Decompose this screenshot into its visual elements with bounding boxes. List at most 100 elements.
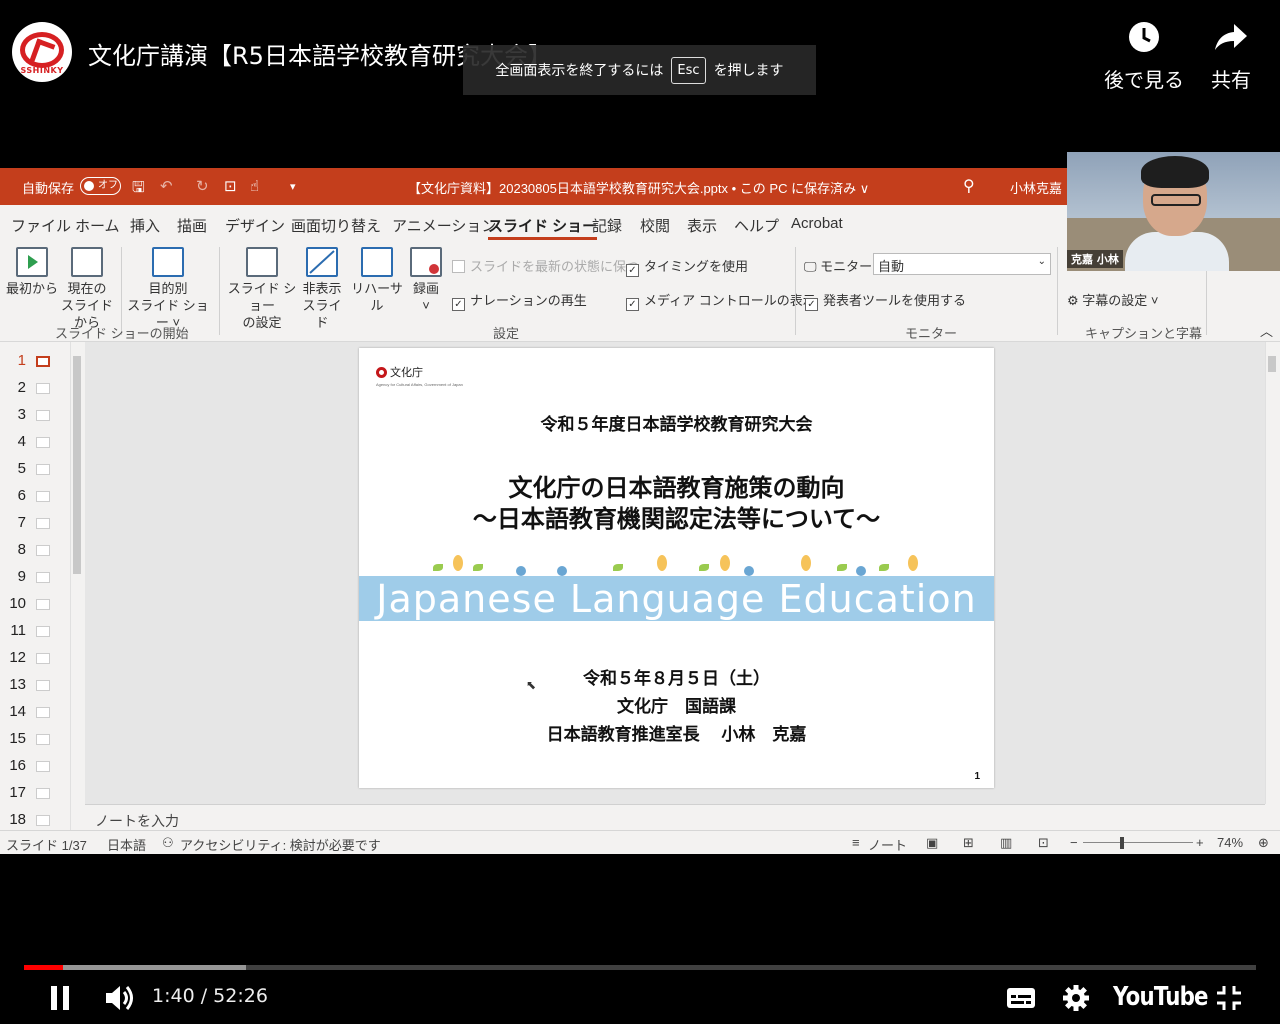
subtitles-button[interactable]: [1001, 976, 1041, 1020]
slide-sorter-icon[interactable]: ⊞: [963, 835, 974, 851]
tab-file[interactable]: ファイル: [11, 215, 71, 236]
fit-to-window-icon[interactable]: ⊕: [1258, 835, 1269, 851]
zoom-in-icon[interactable]: +: [1196, 835, 1204, 850]
search-icon[interactable]: ⚲: [963, 176, 975, 196]
slide-editor[interactable]: 文化庁 Agency for Cultural Affairs, Governm…: [85, 342, 1265, 804]
fullscreen-video-player[interactable]: SSHINKY 文化庁講演【R5日本語学校教育研究大会】 後で見る 共有 全画面…: [0, 0, 1280, 1024]
account-name[interactable]: 小林克嘉: [1010, 178, 1062, 197]
slide-thumbnail[interactable]: 10: [0, 591, 70, 618]
pause-button[interactable]: [40, 976, 80, 1020]
setup-label-1: スライド ショー: [227, 281, 297, 313]
keep-updated-checkbox[interactable]: スライドを最新の状態に保つ: [452, 256, 639, 275]
redo-icon[interactable]: ↻: [196, 177, 209, 195]
slide-thumbnail[interactable]: 9: [0, 564, 70, 591]
tab-design[interactable]: デザイン: [225, 215, 285, 236]
watch-later-button[interactable]: 後で見る: [1104, 20, 1184, 93]
normal-view-icon[interactable]: ▣: [926, 835, 938, 851]
autosave-toggle[interactable]: オフ: [80, 177, 121, 195]
save-icon[interactable]: 🖫: [132, 177, 145, 202]
mute-button[interactable]: [100, 976, 140, 1020]
tab-record[interactable]: 記録: [592, 215, 622, 236]
tab-view[interactable]: 表示: [687, 215, 717, 236]
exit-fullscreen-button[interactable]: [1209, 976, 1249, 1020]
time-display: 1:40 / 52:26: [152, 985, 268, 1007]
agency-logo-icon: [376, 367, 387, 378]
custom-show-label-1: 目的別: [148, 281, 188, 296]
tab-home[interactable]: ホーム: [75, 215, 120, 236]
settings-button[interactable]: [1056, 976, 1096, 1020]
slide-thumbnail[interactable]: 14: [0, 699, 70, 726]
scrollbar-thumb[interactable]: [73, 356, 81, 574]
ribbon-separator: [1057, 247, 1058, 335]
slide-thumbnail[interactable]: 6: [0, 483, 70, 510]
slide-thumbnail[interactable]: 17: [0, 780, 70, 807]
slide-thumbnail[interactable]: 3: [0, 402, 70, 429]
video-progress-bar[interactable]: [24, 965, 1256, 970]
slide-thumbnail[interactable]: 15: [0, 726, 70, 753]
tab-draw[interactable]: 描画: [177, 215, 207, 236]
from-beginning-button[interactable]: 最初から: [6, 247, 58, 297]
current-slide[interactable]: 文化庁 Agency for Cultural Affairs, Governm…: [359, 348, 994, 788]
setup-slideshow-button[interactable]: スライド ショー の設定: [224, 247, 300, 331]
document-filename[interactable]: 【文化庁資料】20230805日本語学校教育研究大会.pptx • この PC …: [408, 178, 869, 197]
tab-review[interactable]: 校閲: [640, 215, 670, 236]
slideshow-view-icon[interactable]: ⊡: [1038, 835, 1049, 851]
share-button[interactable]: 共有: [1211, 20, 1251, 93]
use-timings-checkbox[interactable]: ✓ タイミングを使用: [626, 256, 748, 277]
record-button[interactable]: 録画 ˅: [405, 247, 447, 314]
youtube-logo[interactable]: YouTube: [1113, 982, 1208, 1012]
slide-counter[interactable]: スライド 1/37: [6, 835, 87, 854]
rehearse-timings-button[interactable]: リハーサル: [348, 247, 406, 314]
zoom-out-icon[interactable]: −: [1070, 835, 1078, 850]
slide-thumbnail[interactable]: 2: [0, 375, 70, 402]
notes-toggle[interactable]: ノート: [868, 835, 907, 854]
tab-insert[interactable]: 挿入: [130, 215, 160, 236]
play-narration-checkbox[interactable]: ✓ ナレーションの再生: [452, 290, 587, 311]
customize-toolbar-icon[interactable]: ▾: [290, 180, 296, 193]
slide-scrollbar[interactable]: [1265, 342, 1277, 804]
accessibility-status[interactable]: アクセシビリティ: 検討が必要です: [180, 835, 381, 854]
tab-slideshow[interactable]: スライド ショー: [488, 215, 598, 240]
notes-pane[interactable]: ノートを入力: [85, 804, 1265, 830]
notes-icon[interactable]: ≡: [852, 835, 860, 850]
tab-animations[interactable]: アニメーション: [392, 215, 496, 236]
present-icon[interactable]: ⊡: [224, 177, 237, 195]
tab-acrobat[interactable]: Acrobat: [791, 215, 843, 232]
subtitle-settings-icon: ⚙: [1067, 293, 1083, 308]
slide-thumbnail[interactable]: 4: [0, 429, 70, 456]
tab-transitions[interactable]: 画面切り替え: [291, 215, 381, 236]
touch-mode-icon[interactable]: ☝: [250, 177, 259, 195]
thumb-preview: [36, 734, 50, 745]
subtitle-settings-button[interactable]: ⚙ 字幕の設定 ˅: [1067, 290, 1159, 309]
media-controls-checkbox[interactable]: ✓ メディア コントロールの表示: [626, 290, 816, 311]
slide-thumbnail[interactable]: 5: [0, 456, 70, 483]
custom-show-button[interactable]: 目的別 スライド ショー ˅: [124, 247, 212, 331]
zoom-level[interactable]: 74%: [1217, 835, 1243, 850]
from-current-button[interactable]: 現在の スライドから: [56, 247, 118, 331]
thumbnail-scrollbar[interactable]: [70, 342, 82, 830]
undo-icon[interactable]: ↶: [160, 177, 173, 195]
accessibility-icon[interactable]: ⚇: [162, 835, 174, 851]
reading-view-icon[interactable]: ▥: [1000, 835, 1012, 851]
hide-slide-button[interactable]: 非表示 スライド: [298, 247, 346, 331]
language-indicator[interactable]: 日本語: [107, 835, 146, 854]
slide-thumbnail[interactable]: 1: [0, 348, 70, 375]
slide-thumbnail[interactable]: 16: [0, 753, 70, 780]
exit-fullscreen-icon: [1217, 986, 1241, 1010]
slide-thumbnail-pane[interactable]: 1 2 3 4 5 6 7 8 9 10 11 12 13 14 15 16 1…: [0, 342, 70, 830]
slide-thumbnail[interactable]: 13: [0, 672, 70, 699]
scrollbar-thumb[interactable]: [1268, 356, 1276, 372]
monitor-select[interactable]: 自動 ⌄: [873, 253, 1051, 275]
tab-help[interactable]: ヘルプ: [734, 215, 779, 236]
time-current: 1:40: [152, 985, 195, 1007]
slide-thumbnail[interactable]: 11: [0, 618, 70, 645]
zoom-slider-thumb[interactable]: [1120, 837, 1124, 849]
slide-thumbnail[interactable]: 7: [0, 510, 70, 537]
channel-avatar[interactable]: SSHINKY: [12, 22, 72, 82]
slide-thumbnail[interactable]: 18: [0, 807, 70, 830]
collapse-ribbon-icon[interactable]: ︿: [1260, 321, 1273, 340]
slide-thumbnail[interactable]: 8: [0, 537, 70, 564]
presenter-view-checkbox[interactable]: ✓ 発表者ツールを使用する: [805, 290, 966, 311]
zoom-slider[interactable]: [1083, 842, 1193, 843]
slide-thumbnail[interactable]: 12: [0, 645, 70, 672]
